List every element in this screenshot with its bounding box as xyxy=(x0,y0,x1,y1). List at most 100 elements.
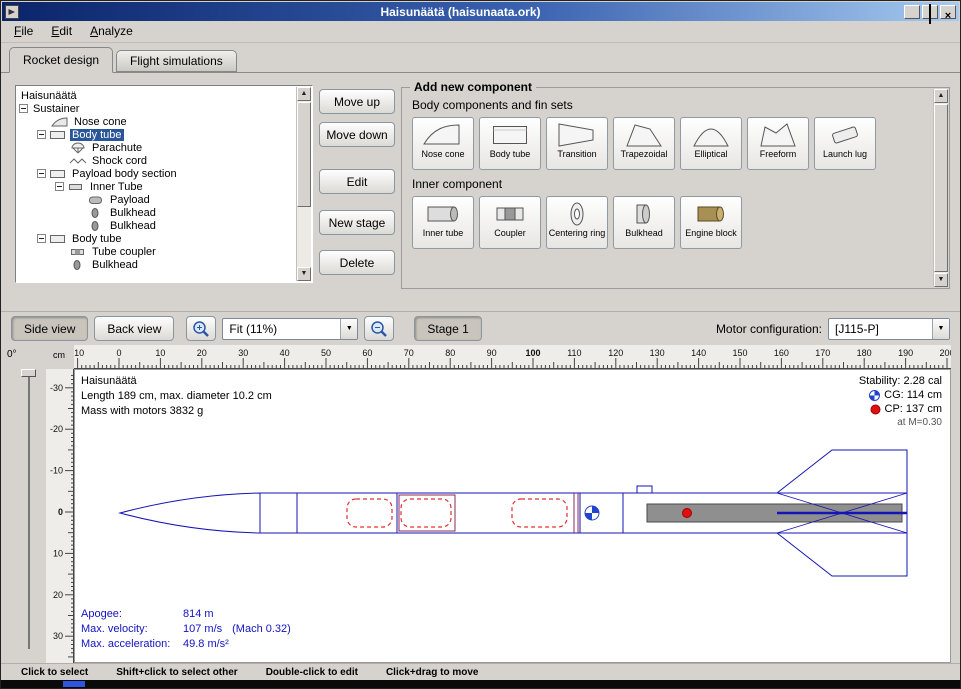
scroll-down-icon[interactable]: ▼ xyxy=(934,273,948,287)
airframe-outline xyxy=(120,450,907,576)
tree-item-label: Sustainer xyxy=(31,103,81,115)
tree-item-label: Payload xyxy=(108,194,152,206)
mach-note: at M=0.30 xyxy=(859,416,942,430)
tree-item-label: Payload body section xyxy=(70,168,179,180)
tree-item[interactable]: Shock cord xyxy=(19,154,294,167)
scroll-up-icon[interactable]: ▲ xyxy=(934,89,948,103)
tab-flight-simulations[interactable]: Flight simulations xyxy=(116,50,237,72)
minimize-button[interactable] xyxy=(904,5,920,19)
flight-stat-label: Apogee: xyxy=(81,607,183,622)
flight-stat-label: Max. velocity: xyxy=(81,622,183,637)
move-down-button[interactable]: Move down xyxy=(319,122,395,147)
add-panel-scrollbar-thumb[interactable] xyxy=(934,104,948,272)
edit-button[interactable]: Edit xyxy=(319,169,395,194)
launch-lug-button[interactable]: Launch lug xyxy=(814,117,876,170)
menu-edit[interactable]: Edit xyxy=(42,21,81,41)
component-tree[interactable]: HaisunäätäSustainerNose coneBody tubePar… xyxy=(15,85,313,283)
rotation-slider-handle[interactable] xyxy=(21,369,36,377)
rocket-canvas[interactable]: Haisunäätä Length 189 cm, max. diameter … xyxy=(74,369,951,663)
vertical-ruler: -30-20-100102030 xyxy=(46,369,74,663)
hint-text: Double-click to edit xyxy=(266,667,358,678)
tree-item[interactable]: Bulkhead xyxy=(19,219,294,232)
bulkhead-button[interactable]: Bulkhead xyxy=(613,196,675,249)
stage-1-toggle-button[interactable]: Stage 1 xyxy=(414,316,481,341)
tree-item[interactable]: Payload body section xyxy=(19,167,294,180)
tree-item[interactable]: Body tube xyxy=(19,128,294,141)
move-up-button[interactable]: Move up xyxy=(319,89,395,114)
coupler-label: Coupler xyxy=(480,228,540,238)
bodytube-icon xyxy=(480,120,540,149)
menu-analyze[interactable]: Analyze xyxy=(81,21,142,41)
tree-expander-icon[interactable] xyxy=(37,130,46,139)
menu-bar: FileEditAnalyze xyxy=(1,21,960,43)
tree-item[interactable]: Tube coupler xyxy=(19,245,294,258)
close-button[interactable]: × xyxy=(940,5,956,19)
chevron-down-icon[interactable]: ▼ xyxy=(340,319,357,339)
menu-file[interactable]: File xyxy=(5,21,42,41)
freeform-button[interactable]: Freeform xyxy=(747,117,809,170)
tree-item[interactable]: Sustainer xyxy=(19,102,294,115)
tree-item-label: Body tube xyxy=(70,233,124,245)
tree-expander-icon[interactable] xyxy=(19,104,28,113)
tree-action-buttons: Move up Move down Edit New stage Delete xyxy=(319,89,395,283)
zoom-in-icon xyxy=(191,319,211,339)
scroll-up-icon[interactable]: ▲ xyxy=(297,87,311,101)
tree-item[interactable]: Nose cone xyxy=(19,115,294,128)
tree-expander-icon[interactable] xyxy=(37,169,46,178)
delete-button[interactable]: Delete xyxy=(319,250,395,275)
add-panel-scrollbar[interactable]: ▲ ▼ xyxy=(933,89,948,287)
rocket-dimensions: Length 189 cm, max. diameter 10.2 cm xyxy=(81,389,272,404)
trapezoidal-button[interactable]: Trapezoidal xyxy=(613,117,675,170)
transition-button[interactable]: Transition xyxy=(546,117,608,170)
tree-item[interactable]: Body tube xyxy=(19,232,294,245)
tree-item-label: Body tube xyxy=(70,129,124,141)
transition-label: Transition xyxy=(547,149,607,159)
svg-text:10: 10 xyxy=(53,548,63,558)
tree-expander-icon[interactable] xyxy=(55,182,64,191)
scroll-down-icon[interactable]: ▼ xyxy=(297,267,311,281)
rocket-viewer: 0° cm -100102030405060708090100110120130… xyxy=(1,345,960,663)
transition-icon xyxy=(547,120,607,149)
tree-scrollbar[interactable]: ▲ ▼ xyxy=(296,87,311,281)
svg-text:180: 180 xyxy=(857,348,872,358)
motor-configuration-select[interactable]: [J115-P] ▼ xyxy=(828,318,950,340)
hint-text: Click+drag to move xyxy=(386,667,479,678)
body-tube-button[interactable]: Body tube xyxy=(479,117,541,170)
tree-item[interactable]: Haisunäätä xyxy=(19,89,294,102)
engine-block-button[interactable]: Engine block xyxy=(680,196,742,249)
svg-text:-20: -20 xyxy=(50,424,63,434)
coupler-button[interactable]: Coupler xyxy=(479,196,541,249)
rotation-slider-track[interactable] xyxy=(28,373,30,649)
tree-item-label: Bulkhead xyxy=(108,207,158,219)
tree-item-label: Parachute xyxy=(90,142,144,154)
cp-icon xyxy=(870,404,881,415)
centering-ring-button[interactable]: Centering ring xyxy=(546,196,608,249)
ruler-unit-label: cm xyxy=(53,350,65,360)
tree-scrollbar-thumb[interactable] xyxy=(297,102,311,207)
zoom-in-button[interactable] xyxy=(186,316,216,341)
svg-text:120: 120 xyxy=(608,348,623,358)
design-panel: HaisunäätäSustainerNose coneBody tubePar… xyxy=(1,73,960,296)
zoom-out-button[interactable] xyxy=(364,316,394,341)
nose-cone-button[interactable]: Nose cone xyxy=(412,117,474,170)
bulkhead-icon xyxy=(614,199,674,228)
svg-text:30: 30 xyxy=(238,348,248,358)
back-view-button[interactable]: Back view xyxy=(94,316,174,341)
tree-item[interactable]: Bulkhead xyxy=(19,206,294,219)
chevron-down-icon[interactable]: ▼ xyxy=(932,319,949,339)
side-view-button[interactable]: Side view xyxy=(11,316,88,341)
tree-item[interactable]: Payload xyxy=(19,193,294,206)
new-stage-button[interactable]: New stage xyxy=(319,210,395,235)
zoom-level-select[interactable]: Fit (11%) ▼ xyxy=(222,318,358,340)
maximize-button[interactable] xyxy=(922,5,938,19)
elliptical-button[interactable]: Elliptical xyxy=(680,117,742,170)
tree-item[interactable]: Inner Tube xyxy=(19,180,294,193)
inner-tube-button[interactable]: Inner tube xyxy=(412,196,474,249)
tree-expander-icon[interactable] xyxy=(37,234,46,243)
elliptical-label: Elliptical xyxy=(681,149,741,159)
tree-item[interactable]: Parachute xyxy=(19,141,294,154)
tab-rocket-design[interactable]: Rocket design xyxy=(9,47,113,73)
bodytube-icon xyxy=(49,129,67,141)
tree-item[interactable]: Bulkhead xyxy=(19,258,294,271)
flight-stat-row: Max. velocity:107 m/s(Mach 0.32) xyxy=(81,622,291,637)
